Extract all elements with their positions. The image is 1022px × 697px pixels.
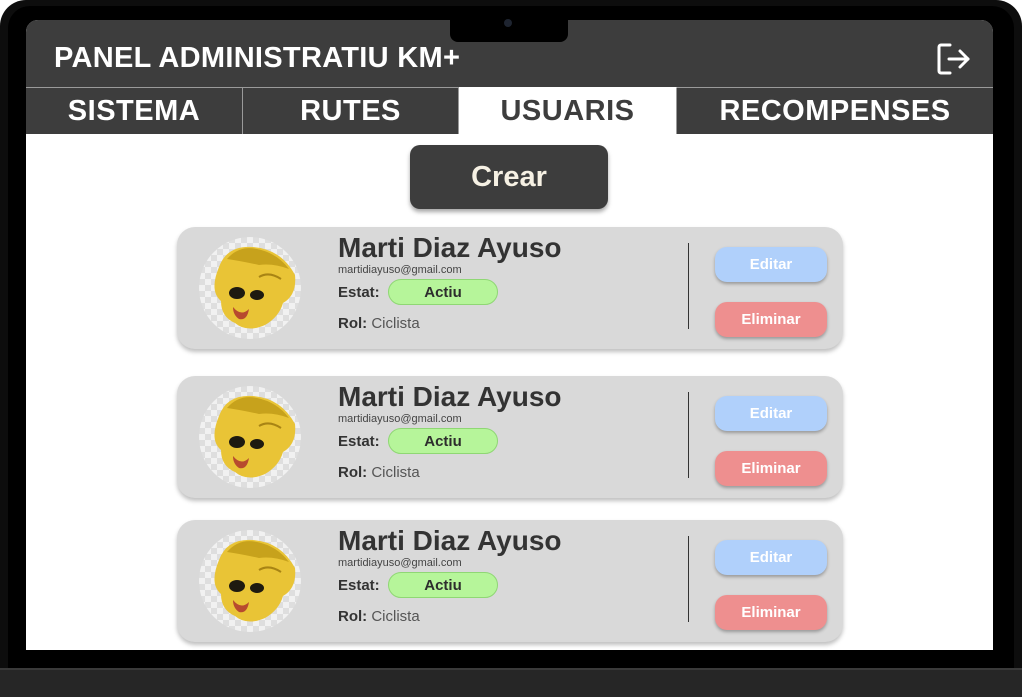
user-card: Marti Diaz Ayuso martidiayuso@gmail.com …	[177, 520, 843, 642]
role-row: Rol: Ciclista	[338, 608, 420, 625]
user-email: martidiayuso@gmail.com	[338, 557, 462, 569]
role-value: Ciclista	[371, 608, 420, 625]
edit-button[interactable]: Editar	[715, 396, 827, 431]
create-button[interactable]: Crear	[410, 145, 608, 209]
role-value: Ciclista	[371, 464, 420, 481]
delete-button[interactable]: Eliminar	[715, 595, 827, 630]
user-card: Marti Diaz Ayuso martidiayuso@gmail.com …	[177, 376, 843, 498]
tab-usuaris[interactable]: USUARIS	[459, 87, 677, 134]
status-label: Estat:	[338, 577, 380, 594]
app-screen: PANEL ADMINISTRATIU KM+ SISTEMA RUTES US…	[26, 20, 993, 650]
status-label: Estat:	[338, 284, 380, 301]
role-value: Ciclista	[371, 315, 420, 332]
tab-rutes[interactable]: RUTES	[243, 87, 459, 134]
avatar-face-icon	[214, 395, 296, 478]
role-row: Rol: Ciclista	[338, 315, 420, 332]
logout-icon	[937, 43, 970, 75]
user-name: Marti Diaz Ayuso	[338, 525, 562, 556]
user-name: Marti Diaz Ayuso	[338, 232, 562, 263]
delete-button[interactable]: Eliminar	[715, 451, 827, 486]
status-badge: Actiu	[388, 428, 498, 454]
avatar-face-icon	[214, 246, 296, 329]
card-divider	[688, 243, 689, 329]
user-card: Marti Diaz Ayuso martidiayuso@gmail.com …	[177, 227, 843, 349]
tab-recompenses[interactable]: RECOMPENSES	[677, 87, 993, 134]
role-label: Rol:	[338, 464, 372, 481]
tab-sistema[interactable]: SISTEMA	[26, 87, 243, 134]
tab-bar: SISTEMA RUTES USUARIS RECOMPENSES	[26, 87, 993, 134]
laptop-base	[0, 668, 1022, 697]
laptop-hinge	[0, 668, 1022, 670]
role-label: Rol:	[338, 315, 372, 332]
camera-icon	[504, 19, 512, 27]
role-row: Rol: Ciclista	[338, 464, 420, 481]
role-label: Rol:	[338, 608, 372, 625]
card-divider	[688, 536, 689, 622]
user-name: Marti Diaz Ayuso	[338, 381, 562, 412]
status-badge: Actiu	[388, 279, 498, 305]
avatar-face-icon	[214, 539, 296, 622]
avatar	[199, 530, 301, 632]
edit-button[interactable]: Editar	[715, 247, 827, 282]
logout-button[interactable]	[936, 42, 972, 76]
card-divider	[688, 392, 689, 478]
user-email: martidiayuso@gmail.com	[338, 413, 462, 425]
status-badge: Actiu	[388, 572, 498, 598]
avatar	[199, 386, 301, 488]
delete-button[interactable]: Eliminar	[715, 302, 827, 337]
status-label: Estat:	[338, 433, 380, 450]
user-email: martidiayuso@gmail.com	[338, 264, 462, 276]
avatar	[199, 237, 301, 339]
edit-button[interactable]: Editar	[715, 540, 827, 575]
page-title: PANEL ADMINISTRATIU KM+	[54, 42, 461, 74]
